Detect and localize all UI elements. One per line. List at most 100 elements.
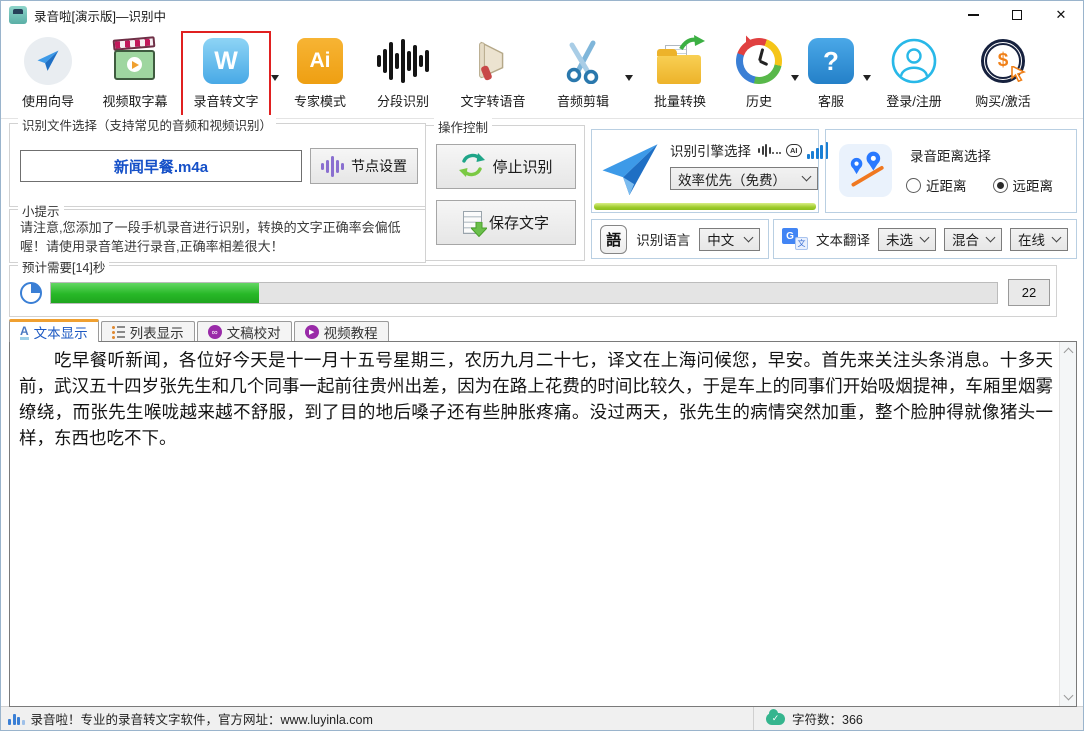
close-button[interactable]: ✕ [1039,1,1083,29]
chevron-down-icon[interactable] [271,75,279,85]
radio-far-label: 远距离 [1013,175,1054,195]
language-button[interactable]: 語 [600,225,627,254]
clapperboard-icon [111,36,159,86]
tab-text-display[interactable]: A 文本显示 [9,319,99,342]
translate-dropdown-3[interactable]: 在线 [1010,228,1068,251]
engine-select-label: 识别引擎选择 [670,140,751,160]
user-icon [890,36,938,86]
tab-list-display[interactable]: 列表显示 [101,321,195,342]
minimize-icon [968,14,979,16]
progress-bar [50,282,998,304]
tab-video-tutorial[interactable]: ▶ 视频教程 [294,321,389,342]
stop-recognition-button[interactable]: 停止识别 [436,144,576,189]
toolbar-item-support[interactable]: ? 客服 [799,31,863,117]
progress-value: 22 [1008,279,1050,306]
app-logo-icon [9,6,27,24]
scrollbar[interactable] [1059,342,1076,706]
ai-badge-icon: AI [786,144,802,157]
node-settings-label: 节点设置 [351,156,407,176]
hint-group-title: 小提示 [18,201,64,220]
chevron-down-icon[interactable] [863,75,871,85]
status-left: 录音啦！专业的录音转文字软件，官方网址：www.luyinla.com [1,709,753,728]
app-window: 录音啦[演示版]—识别中 ✕ 使用向导 视频取字幕 W 录音转文字 [0,0,1084,731]
toolbar-item-label: 客服 [818,91,844,110]
toolbar-item-video-subtitle[interactable]: 视频取字幕 [89,31,181,117]
scroll-down-button[interactable] [1060,689,1077,706]
bar-chart-icon [8,712,25,725]
file-select-group-title: 识别文件选择（支持常见的音频和视频识别） [18,115,276,134]
google-translate-icon: G 文 [782,228,808,250]
scroll-up-button[interactable] [1060,342,1077,359]
operation-control-group: 操作控制 停止识别 保存文字 [425,125,585,261]
engine-select-dropdown[interactable]: 效率优先（免费） [670,167,818,190]
toolbar-item-label: 视频取字幕 [102,91,167,110]
tab-label: 列表显示 [130,322,184,342]
toolbar-item-audio-edit[interactable]: 音频剪辑 [541,31,625,117]
chevron-down-icon[interactable] [791,75,799,85]
toolbar-item-label: 分段识别 [377,91,429,110]
main-area: 识别文件选择（支持常见的音频和视频识别） 新闻早餐.m4a 节点设置 小提示 请… [1,119,1083,706]
toolbar-item-wizard[interactable]: 使用向导 [7,31,89,117]
radio-far[interactable]: 远距离 [993,175,1054,195]
dollar-cursor-icon: $ [981,36,1025,86]
file-select-group: 识别文件选择（支持常见的音频和视频识别） 新闻早餐.m4a 节点设置 [9,123,426,207]
radio-circle-icon [993,178,1008,193]
window-controls: ✕ [951,1,1083,29]
text-a-icon: A [20,325,29,340]
toolbar-item-label: 购买/激活 [975,91,1031,110]
radio-near[interactable]: 近距离 [906,175,967,195]
save-text-label: 保存文字 [489,212,549,233]
selected-file-field[interactable]: 新闻早餐.m4a [20,150,302,182]
toolbar-item-history[interactable]: 历史 [727,31,791,117]
char-count-text: 字符数：366 [792,709,863,728]
operation-control-title: 操作控制 [434,117,492,136]
hint-text: 请注意,您添加了一段手机录音进行识别，转换的文字正确率会偏低喔！请使用录音笔进行… [10,210,425,257]
tab-proofread[interactable]: ∞ 文稿校对 [197,321,292,342]
engine-panel: 识别引擎选择 AI 效率优先（免费） [591,129,819,213]
toolbar-item-label: 文字转语音 [460,91,525,110]
toolbar-item-label: 使用向导 [22,91,74,110]
translate-panel: G 文 文本翻译 未选 混合 在线 [773,219,1077,259]
send-plane-icon [596,136,664,207]
tab-bar: A 文本显示 列表显示 ∞ 文稿校对 ▶ 视频教程 [9,319,391,342]
toolbar-item-expert-mode[interactable]: Ai 专家模式 [279,31,361,117]
distance-panel: 录音距离选择 近距离 远距离 [825,129,1077,213]
toolbar-item-batch-convert[interactable]: 批量转换 [633,31,727,117]
chevron-down-icon[interactable] [625,75,633,85]
purple-waveform-icon [321,155,344,177]
chevron-down-icon [920,232,930,242]
toolbar-item-label: 录音转文字 [193,91,258,110]
minimize-button[interactable] [951,1,995,29]
progress-group-title: 预计需要[14]秒 [18,257,109,276]
engine-level-bar [594,203,816,210]
hint-group: 小提示 请注意,您添加了一段手机录音进行识别，转换的文字正确率会偏低喔！请使用录… [9,209,426,263]
toolbar-item-audio-to-text[interactable]: W 录音转文字 [181,31,271,117]
toolbar-item-segment-recognition[interactable]: 分段识别 [361,31,445,117]
translate-value-1: 未选 [886,229,913,249]
translate-dropdown-1[interactable]: 未选 [878,228,936,251]
history-clock-icon [736,36,782,86]
tab-label: 视频教程 [324,322,378,342]
transcript-text-area[interactable]: 吃早餐听新闻，各位好今天是十一月十五号星期三，农历九月二十七，译文在上海问候您，… [9,341,1077,707]
toolbar-item-purchase[interactable]: $ 购买/激活 [957,31,1049,117]
progress-fill [51,283,259,303]
toolbar: 使用向导 视频取字幕 W 录音转文字 Ai 专家模式 分段识别 [1,29,1083,119]
stop-recognition-label: 停止识别 [492,156,552,177]
title-bar: 录音啦[演示版]—识别中 ✕ [1,1,1083,29]
megaphone-icon [470,36,516,86]
node-settings-button[interactable]: 节点设置 [310,148,418,184]
maximize-button[interactable] [995,1,1039,29]
translate-dropdown-2[interactable]: 混合 [944,228,1002,251]
language-dropdown[interactable]: 中文 [699,228,760,251]
ai-letter-icon: Ai [297,36,343,86]
toolbar-item-label: 批量转换 [654,91,706,110]
toolbar-item-text-to-speech[interactable]: 文字转语音 [445,31,541,117]
toolbar-item-login[interactable]: 登录/注册 [871,31,957,117]
proofread-icon: ∞ [208,325,222,339]
w-letter-icon: W [203,36,249,86]
waveform-icon [377,36,429,86]
question-icon: ? [808,36,854,86]
save-text-button[interactable]: 保存文字 [436,200,576,245]
send-plane-icon [24,36,72,86]
toolbar-item-label: 登录/注册 [886,91,942,110]
